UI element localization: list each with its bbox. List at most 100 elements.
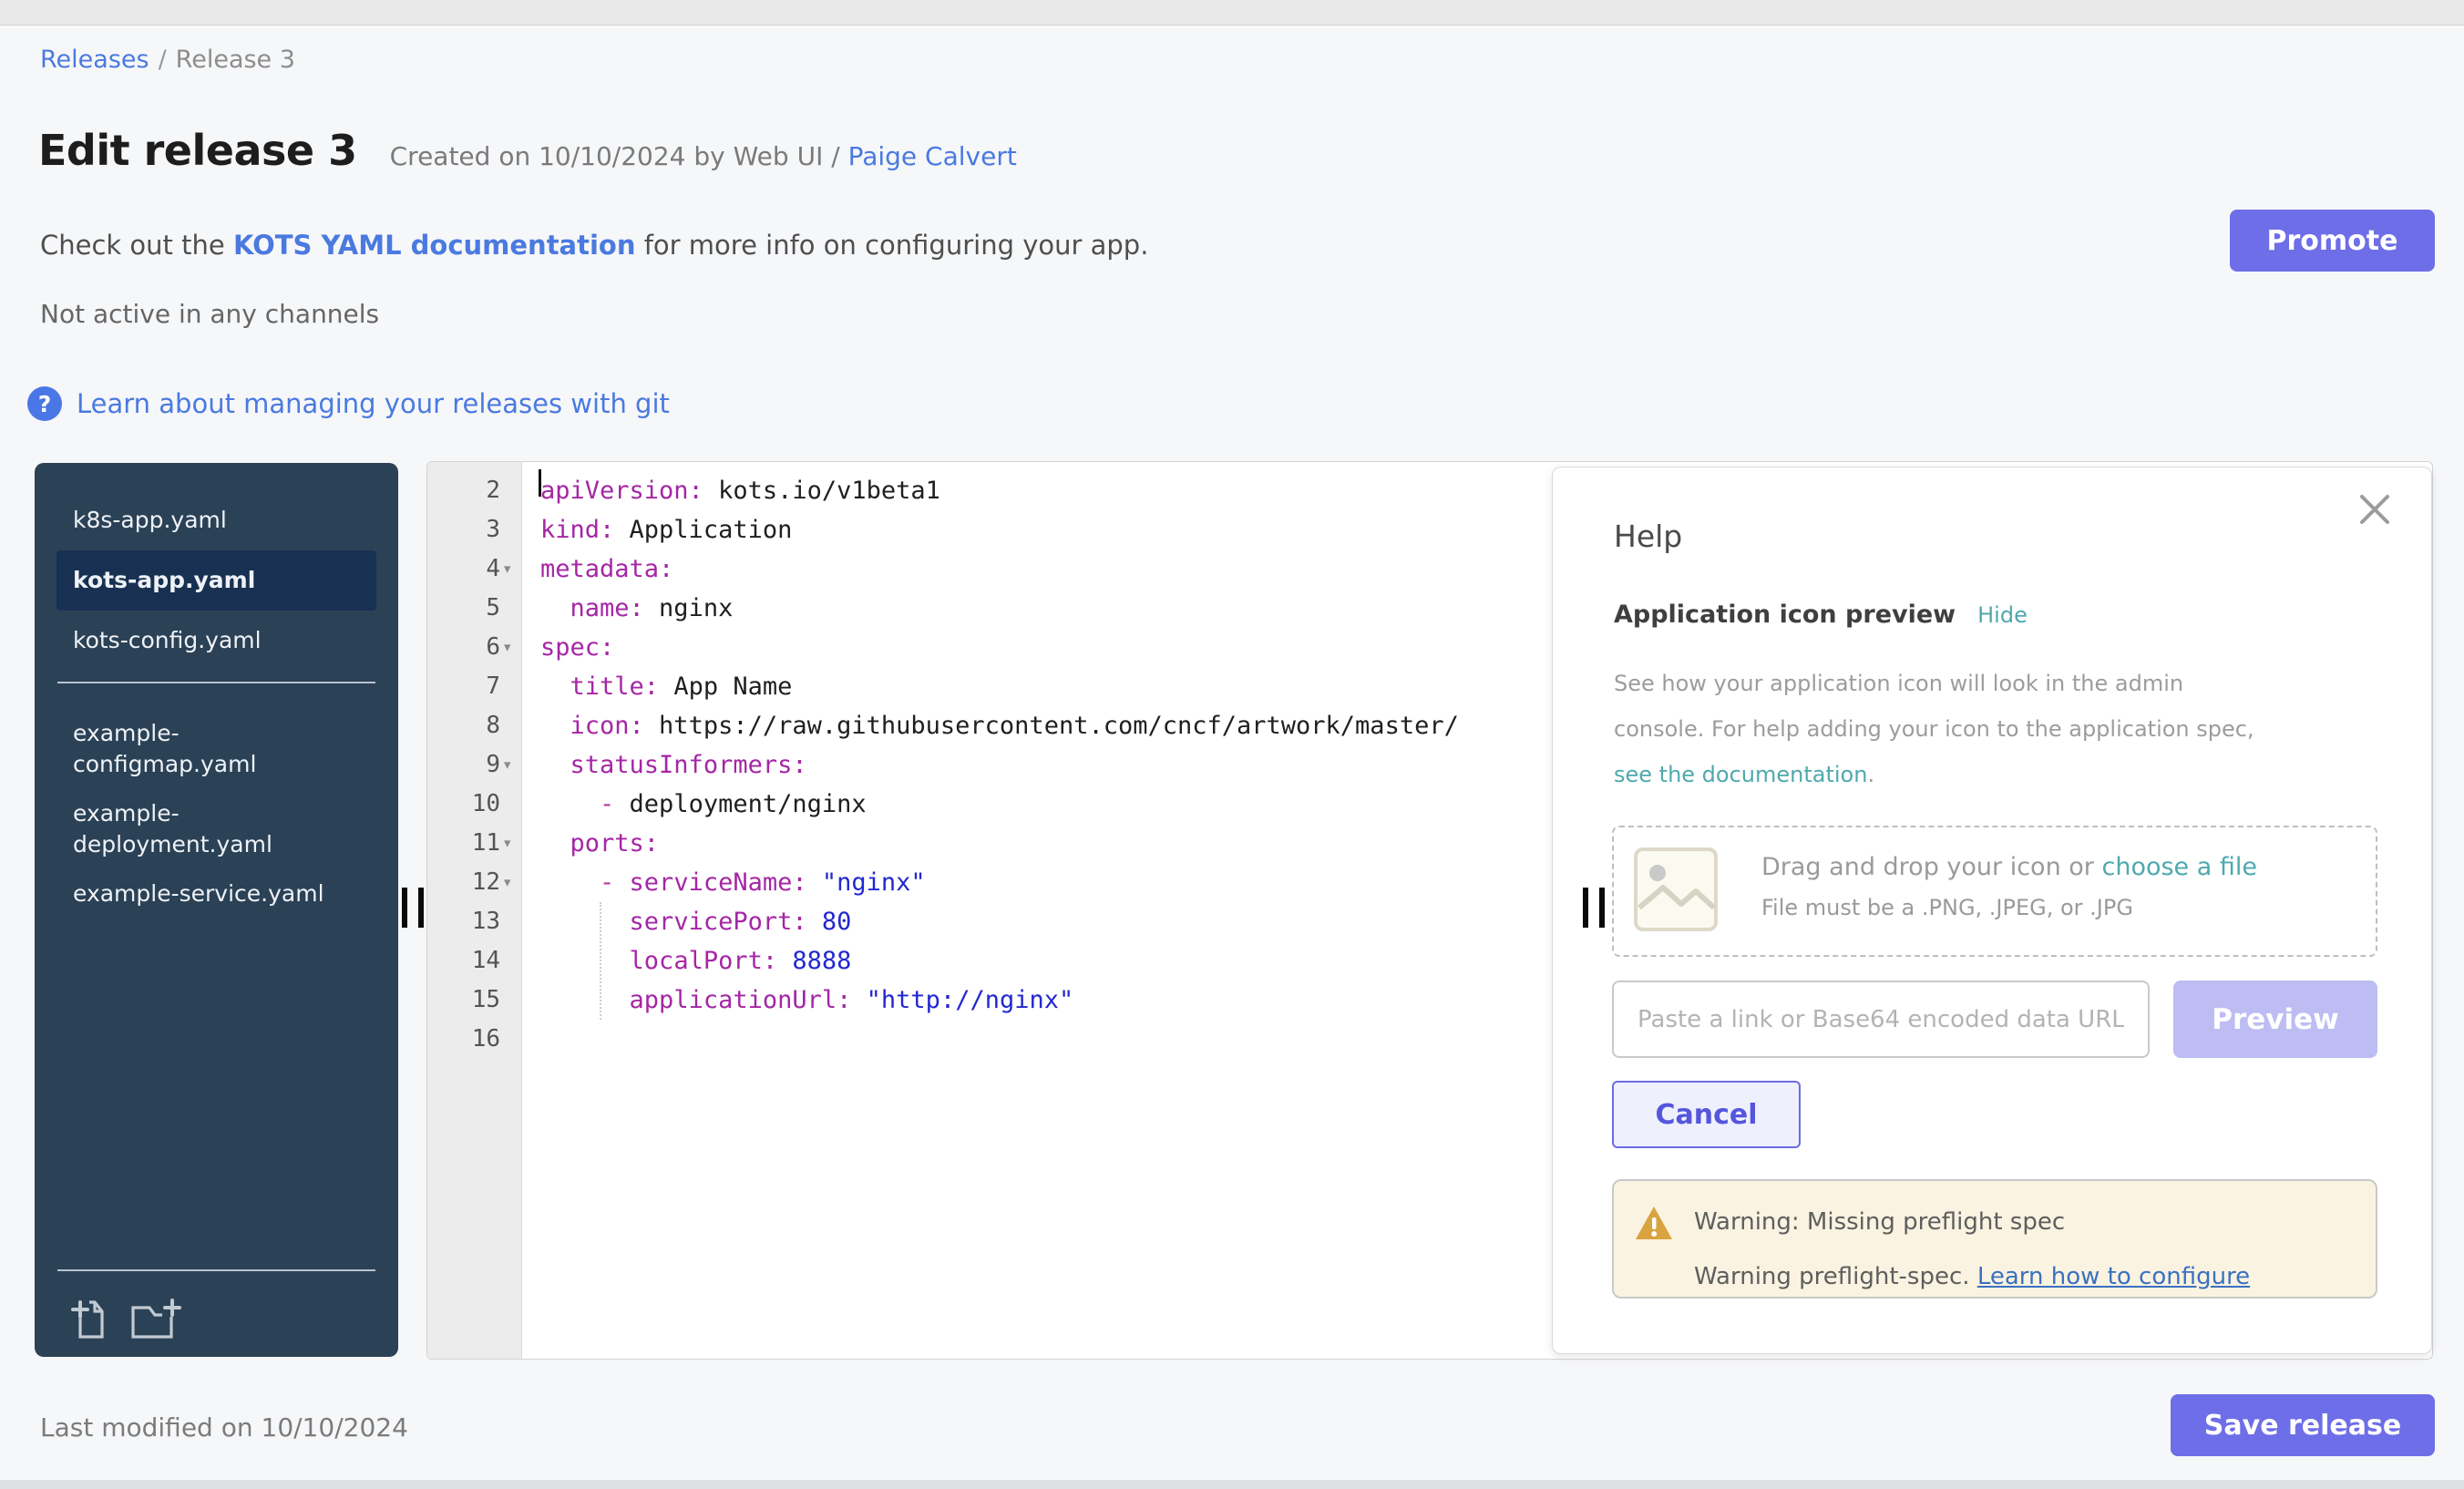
line-number: 12	[427, 863, 500, 902]
icon-url-input[interactable]	[1612, 981, 2150, 1058]
file-label: kots-config.yaml	[73, 625, 262, 656]
choose-file-link[interactable]: choose a file	[2101, 853, 2257, 881]
image-placeholder-icon	[1634, 847, 1718, 931]
line-number: 7	[427, 667, 500, 706]
code-line[interactable]: apiVersion: kots.io/v1beta1	[540, 471, 940, 510]
sidebar-divider	[57, 682, 375, 683]
add-folder-icon[interactable]	[129, 1299, 182, 1342]
title-row: Edit release 3 Created on 10/10/2024 by …	[38, 126, 1017, 175]
file-label: example-configmap.yaml	[73, 718, 328, 780]
add-file-icon[interactable]	[71, 1299, 111, 1342]
kots-yaml-docs-link[interactable]: KOTS YAML documentation	[233, 230, 636, 261]
indent-guide	[600, 902, 601, 1020]
code-line[interactable]: metadata:	[540, 549, 673, 589]
file-sidebar: k8s-app.yaml kots-app.yaml kots-config.yam…	[35, 463, 398, 1357]
breadcrumb-current: Release 3	[176, 46, 295, 74]
line-number: 6	[427, 628, 500, 667]
line-number: 9	[427, 745, 500, 785]
sidebar-bottom-divider	[57, 1269, 375, 1271]
text-cursor	[539, 469, 541, 497]
question-mark-icon: ?	[27, 386, 62, 421]
close-icon[interactable]	[2356, 491, 2393, 528]
line-number: 5	[427, 589, 500, 628]
code-line[interactable]: ports:	[540, 824, 659, 863]
doc-link-suffix: .	[1867, 762, 1874, 787]
promote-button[interactable]: Promote	[2230, 210, 2435, 272]
docs-hint: Check out the KOTS YAML documentation fo…	[40, 230, 1148, 261]
fold-arrow-icon[interactable]: ▾	[502, 824, 512, 863]
code-line[interactable]: servicePort: 80	[540, 902, 851, 941]
sidebar-file-example-deployment-yaml[interactable]: example-deployment.yaml	[56, 789, 376, 869]
line-number: 11	[427, 824, 500, 863]
fold-arrow-icon[interactable]: ▾	[502, 628, 512, 667]
breadcrumb-separator: /	[159, 46, 167, 74]
line-number: 4	[427, 549, 500, 589]
panel-resize-handle[interactable]	[1583, 888, 1607, 928]
file-label: example-service.yaml	[73, 878, 324, 909]
dropzone-text: Drag and drop your icon or choose a file	[1761, 853, 2257, 881]
line-number: 2	[427, 471, 500, 510]
breadcrumb-releases-link[interactable]: Releases	[40, 46, 149, 74]
fold-arrow-icon[interactable]: ▾	[502, 549, 512, 589]
line-number: 8	[427, 706, 500, 745]
breadcrumb: Releases / Release 3	[40, 46, 295, 74]
code-line[interactable]: spec:	[540, 628, 614, 667]
line-number: 15	[427, 981, 500, 1020]
code-line[interactable]: localPort: 8888	[540, 941, 851, 981]
code-line[interactable]: name: nginx	[540, 589, 733, 628]
save-release-button[interactable]: Save release	[2171, 1394, 2435, 1456]
fold-arrow-icon[interactable]: ▾	[502, 863, 512, 902]
editor-gutter: 1234▾56▾789▾1011▾12▾13141516	[427, 462, 522, 1359]
help-description: See how your application icon will look …	[1614, 661, 2254, 797]
see-documentation-link[interactable]: see the documentation	[1614, 762, 1867, 787]
code-line[interactable]: statusInformers:	[540, 745, 807, 785]
dropzone-text-before: Drag and drop your icon or	[1761, 853, 2101, 881]
line-number: 3	[427, 510, 500, 549]
created-info: Created on 10/10/2024 by Web UI / Paige …	[390, 141, 1017, 171]
file-label: example-deployment.yaml	[73, 798, 328, 860]
configure-preflight-link[interactable]: Learn how to configure	[1977, 1263, 2250, 1290]
file-group-top: k8s-app.yaml kots-app.yaml kots-config.yam…	[35, 496, 398, 665]
channel-status: Not active in any channels	[40, 299, 379, 329]
sidebar-resize-handle[interactable]	[402, 888, 426, 928]
code-line[interactable]: - deployment/nginx	[540, 785, 867, 824]
sidebar-file-kots-app-yaml[interactable]: kots-app.yaml	[56, 550, 376, 611]
created-prefix: Created on 10/10/2024 by Web UI /	[390, 141, 840, 171]
last-modified-label: Last modified on 10/10/2024	[40, 1412, 408, 1443]
line-number: 10	[427, 785, 500, 824]
warning-title: Warning: Missing preflight spec	[1694, 1208, 2065, 1236]
description-line: console. For help adding your icon to th…	[1614, 706, 2254, 752]
code-line[interactable]: title: App Name	[540, 667, 792, 706]
fold-arrow-icon[interactable]: ▾	[502, 745, 512, 785]
author-link[interactable]: Paige Calvert	[848, 141, 1017, 171]
git-releases-link[interactable]: Learn about managing your releases with …	[77, 388, 670, 419]
code-line[interactable]: icon: https://raw.githubusercontent.com/…	[540, 706, 1459, 745]
preview-button[interactable]: Preview	[2173, 981, 2377, 1058]
sidebar-file-example-service-yaml[interactable]: example-service.yaml	[56, 869, 376, 919]
window-bottom-band	[0, 1480, 2464, 1489]
file-label: kots-app.yaml	[73, 565, 255, 596]
line-number: 14	[427, 941, 500, 981]
docs-before: Check out the	[40, 230, 233, 261]
code-line[interactable]: kind: Application	[540, 510, 792, 549]
description-line: See how your application icon will look …	[1614, 661, 2254, 706]
code-line[interactable]: - serviceName: "nginx"	[540, 863, 926, 902]
sidebar-file-example-configmap-yaml[interactable]: example-configmap.yaml	[56, 709, 376, 789]
release-editor-page: Releases / Release 3 Edit release 3 Create…	[0, 0, 2464, 1489]
line-number: 1	[427, 461, 500, 471]
code-line[interactable]: ---	[540, 461, 585, 471]
line-number: 13	[427, 902, 500, 941]
dropzone-file-types: File must be a .PNG, .JPEG, or .JPG	[1761, 895, 2133, 920]
sidebar-bottom	[35, 1269, 398, 1357]
icon-dropzone[interactable]: Drag and drop your icon or choose a file…	[1612, 826, 2377, 957]
warning-detail: Warning preflight-spec. Learn how to con…	[1694, 1263, 2250, 1290]
hide-link[interactable]: Hide	[1977, 602, 2028, 628]
section-title: Application icon preview	[1614, 601, 1956, 629]
cancel-button[interactable]: Cancel	[1612, 1081, 1801, 1148]
window-top-band	[0, 0, 2464, 26]
line-number: 16	[427, 1020, 500, 1059]
sidebar-file-kots-config-yaml[interactable]: kots-config.yaml	[56, 616, 376, 665]
preflight-warning: Warning: Missing preflight spec Warning …	[1612, 1179, 2377, 1299]
code-line[interactable]: applicationUrl: "http://nginx"	[540, 981, 1073, 1020]
sidebar-file-k8s-app-yaml[interactable]: k8s-app.yaml	[56, 496, 376, 545]
